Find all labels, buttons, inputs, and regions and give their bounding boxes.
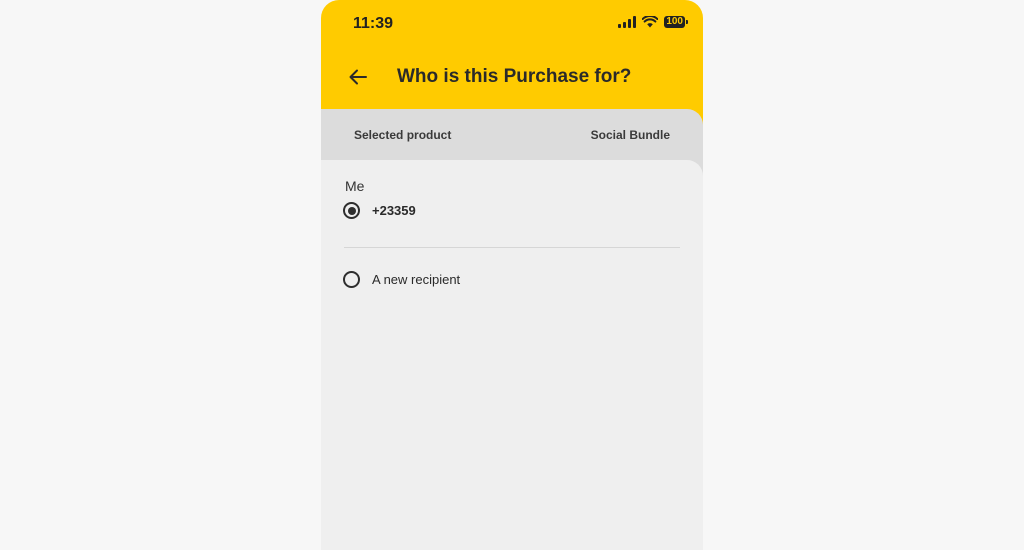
section-title-me: Me	[345, 178, 365, 194]
status-bar: 11:39 100	[321, 0, 703, 46]
arrow-left-icon	[349, 69, 367, 85]
battery-icon: 100	[664, 16, 688, 28]
signal-icon	[618, 16, 637, 28]
recipient-option-label: +23359	[372, 203, 416, 218]
back-button[interactable]	[343, 62, 373, 92]
recipient-option-new[interactable]: A new recipient	[343, 271, 460, 288]
recipient-selection: Me +23359 A new recipient	[321, 160, 703, 550]
phone-screen: 11:39 100 Who is this Purchase for? Sele…	[321, 0, 703, 550]
recipient-option-me[interactable]: +23359	[343, 202, 416, 219]
divider	[344, 247, 680, 248]
selected-product-label: Selected product	[354, 128, 452, 142]
recipient-option-label: A new recipient	[372, 272, 461, 287]
selected-product-value: Social Bundle	[590, 128, 670, 142]
wifi-icon	[642, 16, 659, 28]
radio-button-unselected[interactable]	[343, 271, 360, 288]
status-icons: 100	[618, 16, 688, 28]
radio-button-selected[interactable]	[343, 202, 360, 219]
status-time: 11:39	[353, 15, 394, 32]
page-title: Who is this Purchase for?	[397, 66, 632, 87]
